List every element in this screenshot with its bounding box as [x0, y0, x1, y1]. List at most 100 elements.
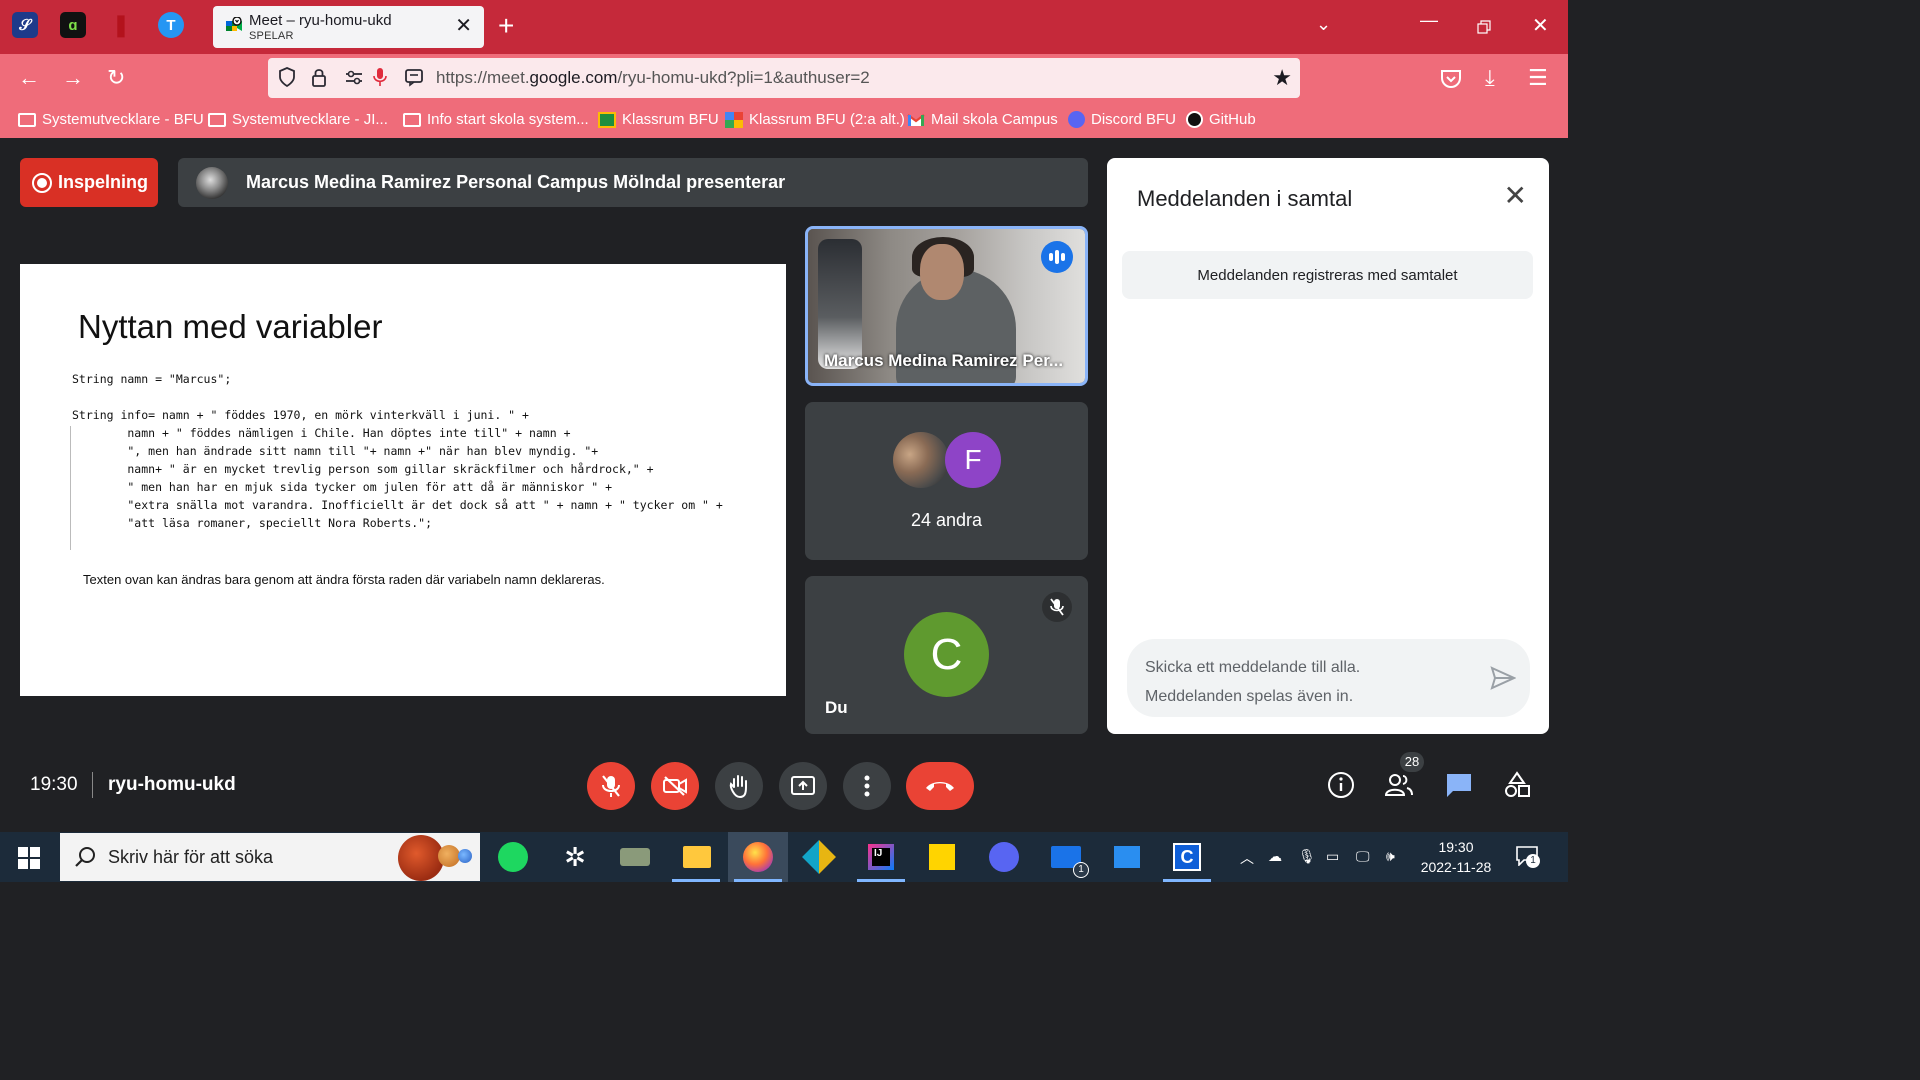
- people-button[interactable]: [1384, 770, 1414, 800]
- new-tab-icon[interactable]: +: [498, 10, 514, 42]
- chat-button[interactable]: [1444, 770, 1474, 800]
- browser-nav-bar: ← → ↻ https://meet.google.com/ryu-homu-u…: [0, 54, 1568, 104]
- participant-avatar-letter: F: [945, 432, 1001, 488]
- people-icon: [1384, 774, 1413, 796]
- permissions-icon[interactable]: [344, 67, 364, 87]
- camera-toggle-button[interactable]: [651, 762, 699, 810]
- code-line: " men han har en mjuk sida tycker om jul…: [72, 480, 613, 494]
- bookmark-item[interactable]: Mail skola Campus: [907, 111, 1058, 128]
- remote-desktop-icon[interactable]: [1110, 840, 1144, 874]
- chat-message-input[interactable]: Skicka ett meddelande till alla. Meddela…: [1127, 639, 1530, 717]
- microphone-permission-icon[interactable]: [373, 67, 387, 87]
- participant-tile-self[interactable]: C Du: [805, 576, 1088, 734]
- discord-taskbar-icon[interactable]: [987, 840, 1021, 874]
- mail-badge: 1: [1073, 862, 1089, 878]
- file-explorer-icon[interactable]: [680, 840, 714, 874]
- raise-hand-button[interactable]: [715, 762, 763, 810]
- tray-chevron-up-icon[interactable]: ︿: [1240, 848, 1254, 868]
- chat-input-placeholder: Skicka ett meddelande till alla. Meddela…: [1145, 659, 1361, 705]
- presenter-avatar: [196, 167, 228, 199]
- address-bar[interactable]: https://meet.google.com/ryu-homu-ukd?pli…: [268, 58, 1300, 98]
- tray-mic-icon[interactable]: 🎙: [1298, 848, 1316, 865]
- windows-taskbar: Skriv här för att söka ✲ IJ 1 C ︿ ☁ 🎙 ▭ …: [0, 832, 1568, 882]
- spotify-icon[interactable]: [496, 840, 530, 874]
- battery-icon[interactable]: ▭: [1326, 848, 1339, 865]
- participant-tile-others[interactable]: F 24 andra: [805, 402, 1088, 560]
- windows-start-icon[interactable]: [18, 847, 40, 869]
- taskbar-clock[interactable]: 19:30 2022-11-28: [1410, 837, 1502, 877]
- code-line: "extra snälla mot varandra. Inofficiellt…: [72, 498, 723, 512]
- close-chat-icon[interactable]: ✕: [1504, 182, 1527, 210]
- bookmark-item[interactable]: GitHub: [1186, 111, 1256, 128]
- tab-list-chevron-icon[interactable]: ⌄: [1316, 14, 1331, 35]
- more-options-button[interactable]: [843, 762, 891, 810]
- activities-button[interactable]: [1502, 770, 1532, 800]
- firefox-icon[interactable]: [741, 840, 775, 874]
- back-icon[interactable]: ←: [18, 65, 40, 91]
- folder-icon: [18, 112, 36, 127]
- downloads-icon[interactable]: ⤓: [1485, 65, 1495, 91]
- tab-close-icon[interactable]: ✕: [455, 16, 472, 36]
- app-network-icon[interactable]: ✲: [558, 840, 592, 874]
- classroom-alt-icon: [725, 111, 743, 128]
- send-icon[interactable]: [1490, 665, 1516, 691]
- restore-icon[interactable]: [1477, 20, 1491, 34]
- taskbar-search-box[interactable]: Skriv här för att söka: [60, 833, 480, 881]
- github-icon: [1186, 111, 1203, 128]
- bookmark-item[interactable]: Info start skola system...: [403, 111, 589, 128]
- tracking-shield-icon[interactable]: [278, 67, 296, 87]
- menu-icon[interactable]: ☰: [1528, 65, 1548, 91]
- sticky-notes-icon[interactable]: [925, 840, 959, 874]
- bookmark-item[interactable]: Systemutvecklare - BFU: [18, 111, 204, 128]
- bookmark-star-icon[interactable]: ★: [1272, 65, 1292, 91]
- close-window-icon[interactable]: ✕: [1532, 13, 1549, 38]
- lock-icon[interactable]: [311, 67, 327, 87]
- mic-off-icon: [602, 775, 620, 797]
- app-device-icon[interactable]: [618, 840, 652, 874]
- pinned-tab-scratch-icon[interactable]: 𝒮: [12, 12, 38, 38]
- intellij-icon[interactable]: IJ: [864, 840, 898, 874]
- forward-icon[interactable]: →: [62, 65, 84, 91]
- self-avatar: C: [904, 612, 989, 697]
- reader-view-icon[interactable]: [404, 67, 424, 87]
- tab-playing-label: SPELAR: [249, 30, 294, 42]
- pinned-tab-pinterest-icon[interactable]: ❚: [108, 12, 134, 38]
- code-app-icon[interactable]: C: [1170, 840, 1204, 874]
- present-icon: [791, 776, 815, 795]
- reload-icon[interactable]: ↻: [107, 65, 125, 91]
- onedrive-icon[interactable]: ☁: [1268, 848, 1282, 865]
- mail-icon[interactable]: 1: [1049, 840, 1089, 878]
- present-screen-button[interactable]: [779, 762, 827, 810]
- presentation-slide: Nyttan med variabler String namn = "Marc…: [20, 264, 786, 696]
- folder-icon: [403, 112, 421, 127]
- record-icon: [32, 172, 52, 193]
- notification-center-icon[interactable]: 1: [1516, 846, 1540, 871]
- url-text[interactable]: https://meet.google.com/ryu-homu-ukd?pli…: [436, 68, 870, 88]
- pinned-tab-dsp-icon[interactable]: ɑ: [60, 12, 86, 38]
- active-tab[interactable]: Meet – ryu-homu-ukd SPELAR ✕: [213, 6, 484, 48]
- code-indent-guide: [70, 426, 71, 550]
- minimize-icon[interactable]: —: [1420, 10, 1438, 31]
- git-kraken-icon[interactable]: [802, 840, 836, 874]
- pocket-icon[interactable]: [1440, 69, 1462, 89]
- bookmark-item[interactable]: Klassrum BFU (2:a alt.): [725, 111, 905, 128]
- meeting-time: 19:30: [30, 774, 78, 795]
- recording-indicator[interactable]: Inspelning: [20, 158, 158, 207]
- bookmark-item[interactable]: Discord BFU: [1068, 111, 1176, 128]
- hand-icon: [729, 775, 747, 799]
- slide-title: Nyttan med variabler: [78, 308, 383, 345]
- pinned-tab-translate-icon[interactable]: T: [158, 12, 184, 38]
- muted-mic-icon: [1042, 592, 1072, 622]
- bookmark-item[interactable]: Systemutvecklare - JI...: [208, 111, 388, 128]
- volume-icon[interactable]: 🕪: [1386, 848, 1395, 865]
- leave-call-button[interactable]: [906, 762, 974, 810]
- network-icon[interactable]: 🖵: [1356, 848, 1370, 865]
- participant-avatar: [893, 432, 949, 488]
- mic-toggle-button[interactable]: [587, 762, 635, 810]
- meeting-details-button[interactable]: [1326, 770, 1356, 800]
- participant-tile-presenter[interactable]: Marcus Medina Ramirez Per...: [805, 226, 1088, 386]
- discord-icon: [1068, 111, 1085, 128]
- bookmark-item[interactable]: Klassrum BFU: [598, 111, 719, 128]
- code-line: namn+ " är en mycket trevlig person som …: [72, 462, 654, 476]
- code-line: ", men han ändrade sitt namn till "+ nam…: [72, 444, 599, 458]
